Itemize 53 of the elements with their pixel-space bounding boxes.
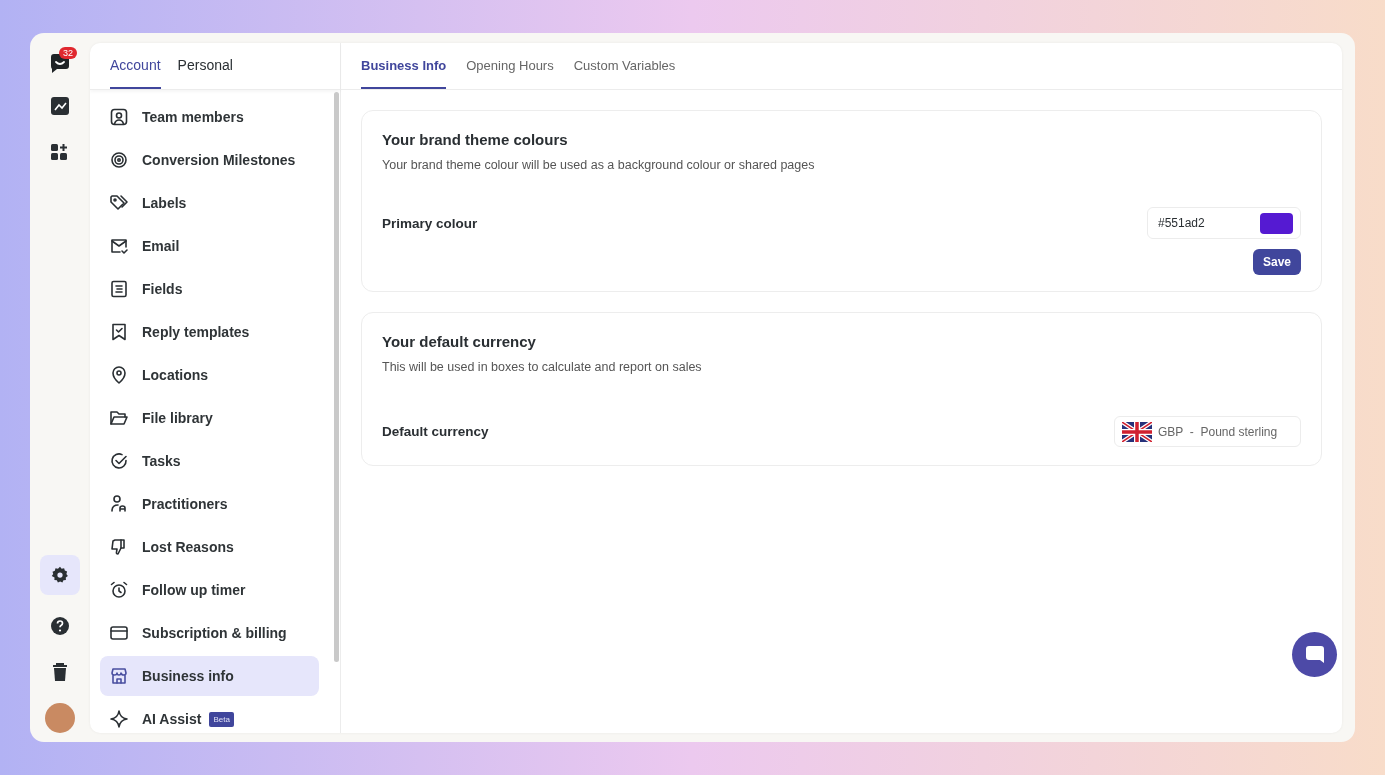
- tab[interactable]: Opening Hours: [466, 43, 554, 89]
- save-button[interactable]: Save: [1252, 249, 1301, 275]
- field-label: Primary colour: [382, 215, 478, 231]
- chat-button[interactable]: [1292, 632, 1337, 677]
- sparkle-icon: [109, 709, 129, 729]
- section-description: Your brand theme colour will be used as a background colour or shared pages: [382, 158, 816, 172]
- mail-icon: [109, 236, 129, 256]
- sidebar-item[interactable]: Fields: [100, 269, 319, 309]
- avatar[interactable]: [45, 703, 75, 733]
- section-title: Your default currency: [382, 333, 537, 350]
- sidebar-item[interactable]: Business info: [100, 656, 319, 696]
- colour-input-field[interactable]: #551ad2: [1147, 207, 1301, 239]
- section-description: This will be used in boxes to calculate and report on sales: [382, 360, 703, 374]
- tab[interactable]: Custom Variables: [573, 43, 676, 89]
- sidebar-item[interactable]: Locations: [100, 355, 319, 395]
- sidebar-tab[interactable]: Personal: [177, 43, 233, 89]
- settings-icon[interactable]: [40, 555, 80, 595]
- pin-icon: [109, 365, 129, 385]
- sidebar-item[interactable]: Follow up timer: [100, 570, 319, 610]
- target-icon: [109, 150, 129, 170]
- sidebar-tab[interactable]: Account: [110, 43, 161, 89]
- sidebar-item[interactable]: Conversion Milestones: [100, 140, 319, 180]
- currency-select[interactable]: GBP - Pound sterling: [1114, 416, 1301, 447]
- sidebar-item[interactable]: Tasks: [100, 441, 319, 481]
- notification-badge: 32: [59, 47, 77, 59]
- tags-icon: [109, 193, 129, 213]
- sidebar-item[interactable]: Subscription & billing: [100, 613, 319, 653]
- field-label: Default currency: [382, 424, 489, 439]
- sidebar-item[interactable]: AI Assist Beta: [100, 699, 319, 733]
- bookmark-icon: [109, 322, 129, 342]
- person-icon: [109, 494, 129, 514]
- sidebar-item[interactable]: File library: [100, 398, 319, 438]
- chat-bubble-icon: [1303, 643, 1326, 666]
- alarm-icon: [109, 580, 129, 600]
- folder-icon: [109, 408, 129, 428]
- scrollbar[interactable]: [334, 92, 339, 662]
- sidebar-item[interactable]: Email: [100, 226, 319, 266]
- sidebar-item[interactable]: Labels: [100, 183, 319, 223]
- list-icon: [109, 279, 129, 299]
- card-icon: [109, 623, 129, 643]
- sidebar-item[interactable]: Practitioners: [100, 484, 319, 524]
- tab[interactable]: Business Info: [361, 43, 447, 89]
- store-icon: [109, 666, 129, 686]
- colour-swatch[interactable]: [1260, 212, 1293, 234]
- sidebar-item[interactable]: Team members: [100, 97, 319, 137]
- beta-badge: Beta: [209, 711, 234, 727]
- user-card-icon: [109, 107, 129, 127]
- sidebar-item[interactable]: Reply templates: [100, 312, 319, 352]
- flag-icon: [1122, 421, 1152, 442]
- section-title: Your brand theme colours: [382, 131, 569, 148]
- sidebar-item[interactable]: Lost Reasons: [100, 527, 319, 567]
- check-icon: [109, 451, 129, 471]
- chat-logo-icon[interactable]: [48, 51, 72, 75]
